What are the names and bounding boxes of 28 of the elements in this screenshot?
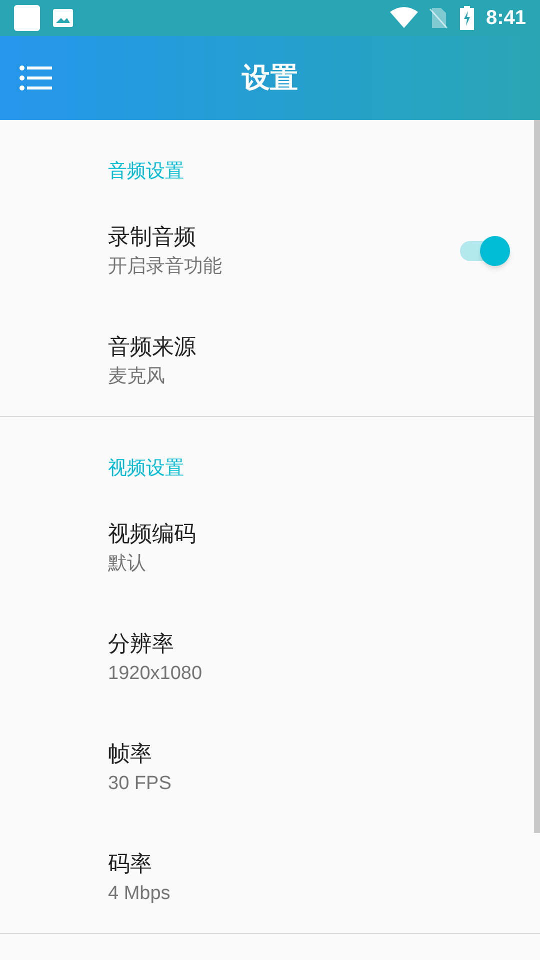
preference-title: 分辨率: [108, 630, 175, 658]
menu-icon[interactable]: [19, 65, 52, 91]
preference-title: 录制音频: [108, 223, 197, 251]
preference-summary: 4 Mbps: [108, 882, 172, 906]
preference-summary: 30 FPS: [108, 772, 172, 796]
preference-title: 音频来源: [108, 333, 197, 361]
preference-row[interactable]: 码率 4 Mbps: [0, 823, 534, 933]
preference-row[interactable]: 分辨率 1920x1080: [0, 603, 534, 713]
wifi-icon: [390, 7, 418, 29]
section-header: 视频设置: [108, 456, 184, 481]
preference-title: 视频编码: [108, 520, 197, 548]
image-icon: [52, 7, 74, 29]
status-time: 8:41: [486, 6, 526, 31]
no-sim-icon: [428, 7, 448, 29]
preference-summary: 麦克风: [108, 365, 166, 389]
battery-charging-icon: [460, 6, 474, 30]
preference-row[interactable]: 帧率 30 FPS: [0, 713, 534, 823]
preference-title: 码率: [108, 850, 153, 878]
app-bar-title: 设置: [242, 61, 298, 95]
preference-summary: 默认: [108, 552, 147, 576]
preference-title: 帧率: [108, 740, 153, 768]
preference-row[interactable]: 音频来源 麦克风: [0, 306, 534, 416]
preference-summary: 开启录音功能: [108, 255, 223, 279]
notification-icon: [14, 5, 40, 31]
preference-row[interactable]: 视频编码 默认: [0, 493, 534, 603]
preference-row[interactable]: 录制音频 开启录音功能: [0, 196, 534, 306]
section-header: 音频设置: [108, 160, 184, 184]
preference-summary: 1920x1080: [108, 662, 204, 686]
